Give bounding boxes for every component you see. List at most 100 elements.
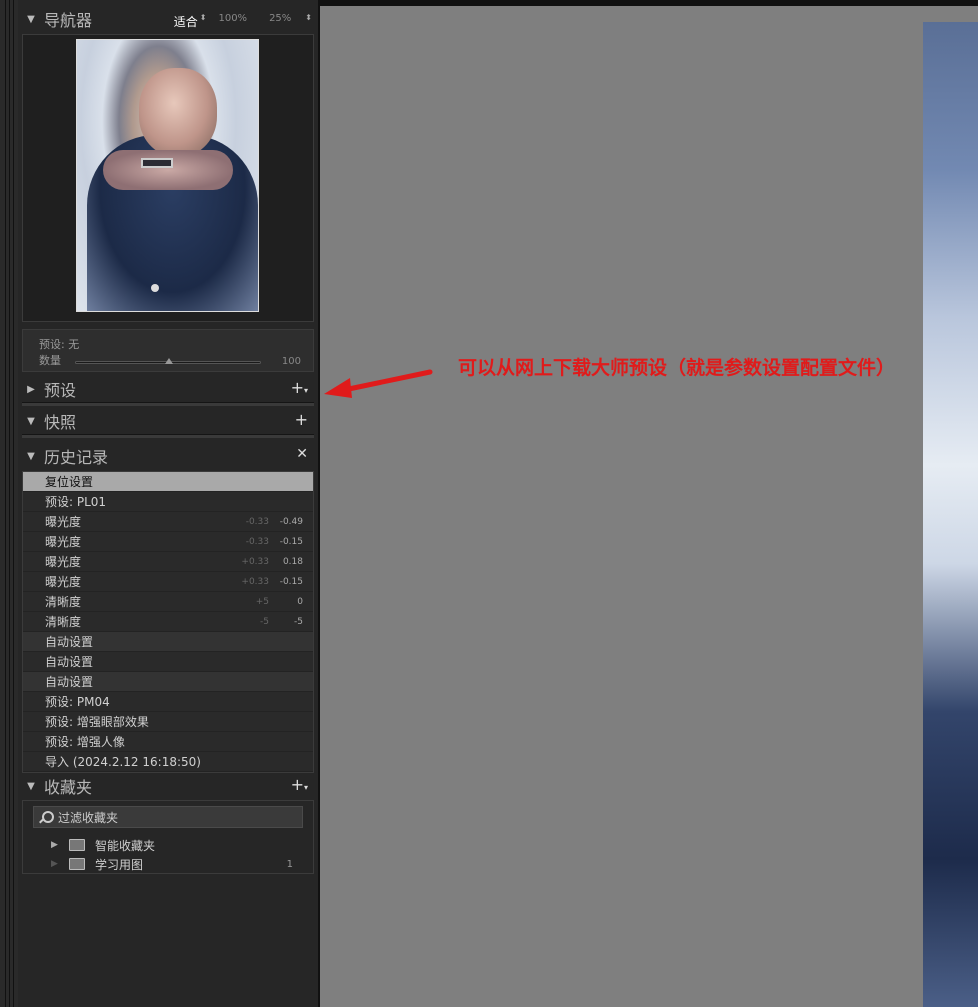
- history-label: 自动设置: [45, 635, 94, 649]
- collapse-triangle-icon[interactable]: ▼: [22, 14, 40, 25]
- presets-title: 预设: [44, 381, 77, 400]
- collection-filter-input[interactable]: 过滤收藏夹: [33, 806, 303, 828]
- thumbnail-head: [139, 68, 217, 156]
- amount-slider[interactable]: [75, 358, 261, 364]
- history-delta: -0.33: [245, 536, 269, 547]
- thumbnail-hands: [103, 150, 233, 190]
- smart-collection-icon: [69, 839, 85, 851]
- history-row[interactable]: 清晰度 +5 0: [23, 592, 313, 612]
- history-row[interactable]: 自动设置: [23, 632, 313, 652]
- collection-icon: [69, 858, 85, 870]
- history-label: 清晰度: [45, 615, 82, 629]
- thumbnail-harmonica: [141, 158, 173, 168]
- history-label: 曝光度: [45, 555, 82, 569]
- updown-icon[interactable]: ⬍: [200, 13, 207, 30]
- photo-thumbnail[interactable]: [76, 39, 259, 312]
- history-row[interactable]: 曝光度 +0.33 0.18: [23, 552, 313, 572]
- add-collection-plus-icon[interactable]: +▾: [291, 775, 308, 794]
- preset-label: 预设: 无: [39, 338, 80, 351]
- navigator-preview: [22, 34, 314, 322]
- history-row[interactable]: 复位设置: [23, 472, 313, 492]
- collapse-triangle-icon[interactable]: ▼: [22, 451, 40, 462]
- history-row[interactable]: 自动设置: [23, 652, 313, 672]
- history-value: 0: [297, 596, 303, 607]
- history-delta: +5: [255, 596, 269, 607]
- history-label: 预设: PL01: [45, 495, 107, 509]
- section-divider: [22, 402, 314, 406]
- collections-panel: 过滤收藏夹 ▶ 智能收藏夹 ▶ 学习用图 1: [22, 800, 314, 874]
- navigator-header[interactable]: ▼ 导航器 适合 ⬍ 100% 25% ⬍: [22, 5, 316, 33]
- section-divider: [22, 434, 314, 438]
- annotation-arrow-icon: [324, 369, 433, 398]
- collapse-triangle-icon[interactable]: ▼: [22, 416, 40, 427]
- history-row[interactable]: 预设: 增强人像: [23, 732, 313, 752]
- snapshots-title: 快照: [44, 413, 77, 432]
- history-delta: -5: [260, 616, 269, 627]
- history-header[interactable]: ▼ 历史记录 ✕: [22, 442, 316, 470]
- zoom-options: 适合 ⬍ 100% 25% ⬍: [166, 13, 312, 30]
- collections-title: 收藏夹: [44, 778, 93, 797]
- presets-header[interactable]: ▶ 预设 +▾: [22, 375, 316, 403]
- history-label: 预设: 增强人像: [45, 735, 125, 749]
- preset-amount-box: 预设: 无 数量 100: [22, 329, 314, 372]
- history-value: 0.18: [282, 556, 303, 567]
- history-row[interactable]: 曝光度 -0.33 -0.15: [23, 532, 313, 552]
- history-row[interactable]: 曝光度 +0.33 -0.15: [23, 572, 313, 592]
- history-label: 曝光度: [45, 535, 82, 549]
- history-value: -0.15: [279, 576, 303, 587]
- expand-triangle-icon[interactable]: ▶: [22, 384, 40, 395]
- collapse-triangle-icon[interactable]: ▼: [22, 781, 40, 792]
- history-label: 预设: 增强眼部效果: [45, 715, 149, 729]
- history-value: -0.49: [279, 516, 303, 527]
- add-preset-plus-icon[interactable]: +▾: [291, 378, 308, 397]
- photo-edge-preview: [923, 22, 978, 1007]
- zoom-fit-option[interactable]: 适合: [174, 13, 198, 30]
- history-label: 自动设置: [45, 655, 94, 669]
- slider-thumb[interactable]: [165, 358, 173, 364]
- history-label: 曝光度: [45, 575, 82, 589]
- expand-triangle-icon[interactable]: ▶: [51, 840, 58, 850]
- disabled-triangle-icon: ▶: [51, 859, 58, 869]
- collections-header[interactable]: ▼ 收藏夹 +▾: [22, 772, 316, 800]
- history-row[interactable]: 预设: PL01: [23, 492, 313, 512]
- history-value: -0.15: [279, 536, 303, 547]
- history-label: 复位设置: [45, 475, 94, 489]
- history-delta: +0.33: [241, 556, 269, 567]
- updown-icon[interactable]: ⬍: [305, 13, 312, 30]
- main-canvas[interactable]: [320, 6, 978, 1007]
- zoom-25-option[interactable]: 25%: [269, 13, 291, 30]
- thumbnail-button: [151, 284, 159, 292]
- collection-label: 智能收藏夹: [95, 838, 156, 853]
- history-row[interactable]: 导入 (2024.2.12 16:18:50): [23, 752, 313, 772]
- collection-label: 学习用图: [95, 857, 144, 872]
- preset-value: 无: [68, 338, 80, 351]
- search-icon: [38, 810, 54, 824]
- left-panel: ▼ 导航器 适合 ⬍ 100% 25% ⬍ 预设: 无 数量 100 ▶ 预设 +▾…: [18, 0, 320, 1007]
- collection-item[interactable]: ▶ 学习用图 1: [23, 854, 313, 874]
- history-row[interactable]: 曝光度 -0.33 -0.49: [23, 512, 313, 532]
- amount-label: 数量: [39, 354, 61, 367]
- history-row[interactable]: 预设: 增强眼部效果: [23, 712, 313, 732]
- history-label: 清晰度: [45, 595, 82, 609]
- history-row[interactable]: 清晰度 -5 -5: [23, 612, 313, 632]
- navigator-title: 导航器: [44, 11, 93, 30]
- annotation-text: 可以从网上下载大师预设（就是参数设置配置文件）: [458, 358, 896, 379]
- zoom-100-option[interactable]: 100%: [218, 13, 247, 30]
- history-row[interactable]: 自动设置: [23, 672, 313, 692]
- amount-value: 100: [281, 356, 301, 367]
- history-row[interactable]: 预设: PM04: [23, 692, 313, 712]
- history-delta: -0.33: [245, 516, 269, 527]
- history-label: 曝光度: [45, 515, 82, 529]
- snapshots-header[interactable]: ▼ 快照 +: [22, 407, 316, 435]
- left-edge-strip: [0, 0, 18, 1007]
- collection-set-smart[interactable]: ▶ 智能收藏夹: [23, 835, 313, 855]
- history-label: 预设: PM04: [45, 695, 110, 709]
- history-title: 历史记录: [44, 448, 109, 467]
- history-label: 导入 (2024.2.12 16:18:50): [45, 755, 201, 769]
- history-delta: +0.33: [241, 576, 269, 587]
- clear-history-x-icon[interactable]: ✕: [296, 446, 308, 462]
- collection-count: 1: [286, 858, 293, 870]
- history-value: -5: [294, 616, 303, 627]
- filter-placeholder: 过滤收藏夹: [58, 810, 119, 825]
- add-snapshot-plus-icon[interactable]: +: [295, 410, 308, 429]
